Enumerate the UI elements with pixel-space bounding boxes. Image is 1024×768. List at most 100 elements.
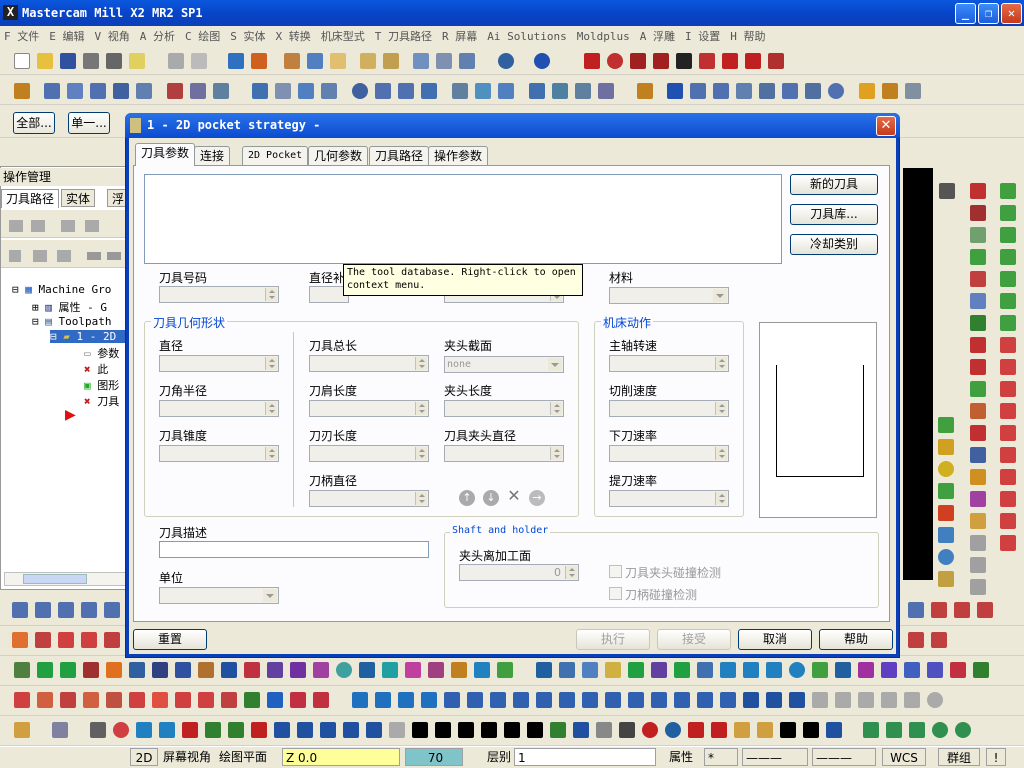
slant-icon[interactable] bbox=[713, 83, 729, 99]
tool-list[interactable] bbox=[144, 174, 782, 264]
hourglass-icon[interactable] bbox=[382, 662, 398, 678]
toolpath-icon[interactable] bbox=[14, 83, 30, 99]
color-selector[interactable]: 70 bbox=[405, 748, 463, 766]
chain-icon[interactable] bbox=[954, 602, 970, 618]
dot-icon[interactable] bbox=[932, 722, 948, 738]
point-style-dropdown[interactable]: * bbox=[704, 748, 738, 766]
spinner-icon[interactable] bbox=[265, 447, 277, 460]
minimize-button[interactable]: _ bbox=[955, 3, 976, 24]
grid-2-icon[interactable] bbox=[244, 692, 260, 708]
tab-solids[interactable]: 实体 bbox=[61, 189, 96, 207]
plane-icon[interactable] bbox=[908, 632, 924, 648]
nest-icon[interactable] bbox=[321, 83, 337, 99]
ordinate-icon[interactable] bbox=[58, 602, 74, 618]
cam-4-icon[interactable] bbox=[83, 692, 99, 708]
cam-5-icon[interactable] bbox=[106, 692, 122, 708]
chart-icon[interactable] bbox=[221, 662, 237, 678]
tile-icon[interactable] bbox=[198, 662, 214, 678]
horizontal-dim-icon[interactable] bbox=[81, 602, 97, 618]
cam-9-icon[interactable] bbox=[198, 692, 214, 708]
level-2-icon[interactable] bbox=[435, 722, 451, 738]
menu-file[interactable]: F 文件 bbox=[4, 28, 39, 44]
mesh-icon[interactable] bbox=[970, 183, 986, 199]
stamp-icon[interactable] bbox=[938, 571, 954, 587]
cube-4-icon[interactable] bbox=[1000, 249, 1016, 265]
taper-field[interactable] bbox=[159, 445, 279, 462]
select-all-ops-icon[interactable] bbox=[9, 220, 23, 232]
menu-xform[interactable]: X 转换 bbox=[276, 28, 311, 44]
arrow-2-icon[interactable] bbox=[697, 662, 713, 678]
drafting-icon[interactable] bbox=[12, 632, 28, 648]
menu-ai-solutions[interactable]: Ai Solutions bbox=[487, 30, 566, 43]
facing-icon[interactable] bbox=[113, 83, 129, 99]
tab-linking[interactable]: 连接 bbox=[194, 146, 231, 165]
cube-blue-2-icon[interactable] bbox=[467, 692, 483, 708]
cube-2-icon[interactable] bbox=[1000, 205, 1016, 221]
help-button[interactable]: 帮助 bbox=[819, 629, 893, 650]
arrow-up-icon[interactable]: ↑ bbox=[459, 490, 475, 506]
surface-icon[interactable] bbox=[970, 227, 986, 243]
save-icon[interactable] bbox=[60, 53, 76, 69]
arc-6-icon[interactable] bbox=[366, 722, 382, 738]
wcs-button[interactable]: WCS bbox=[882, 748, 926, 766]
copy-icon[interactable] bbox=[582, 662, 598, 678]
unzoom-icon[interactable] bbox=[360, 53, 376, 69]
tab-toolpath[interactable]: 刀具路径 bbox=[369, 146, 430, 165]
restore-button[interactable]: ❐ bbox=[978, 3, 999, 24]
reset-button[interactable]: 重置 bbox=[133, 629, 207, 650]
level-4-icon[interactable] bbox=[504, 722, 520, 738]
scissors-icon[interactable] bbox=[970, 425, 986, 441]
red-cube-6-icon[interactable] bbox=[1000, 447, 1016, 463]
clear-mask-icon[interactable] bbox=[734, 722, 750, 738]
magnet-icon[interactable] bbox=[405, 662, 421, 678]
origin-icon[interactable] bbox=[676, 53, 692, 69]
box-icon[interactable] bbox=[950, 662, 966, 678]
star-icon[interactable] bbox=[474, 662, 490, 678]
holder-collision-checkbox[interactable] bbox=[609, 565, 622, 578]
cancel-button[interactable]: 取消 bbox=[738, 629, 812, 650]
backplot-icon[interactable] bbox=[552, 83, 568, 99]
frame-icon[interactable] bbox=[359, 662, 375, 678]
scissors-2-icon[interactable] bbox=[596, 722, 612, 738]
stretch-icon[interactable] bbox=[452, 83, 468, 99]
post-icon[interactable] bbox=[598, 83, 614, 99]
rotate-2-icon[interactable] bbox=[136, 722, 152, 738]
green-doc-icon[interactable] bbox=[550, 722, 566, 738]
node-icon[interactable] bbox=[313, 662, 329, 678]
attributes-button[interactable]: 属性 bbox=[666, 748, 702, 766]
gview-icon[interactable] bbox=[498, 53, 514, 69]
arc-2-icon[interactable] bbox=[274, 722, 290, 738]
diameter-field[interactable] bbox=[159, 355, 279, 372]
cube-blue-4-icon[interactable] bbox=[513, 692, 529, 708]
fence-icon[interactable] bbox=[970, 381, 986, 397]
marker-3-icon[interactable] bbox=[711, 722, 727, 738]
zoom-out-icon[interactable] bbox=[330, 53, 346, 69]
red-cube-9-icon[interactable] bbox=[1000, 513, 1016, 529]
holder-distance-field[interactable]: 0 bbox=[459, 564, 579, 581]
rectangle-icon[interactable] bbox=[938, 505, 954, 521]
holder-section-select[interactable]: none bbox=[444, 356, 564, 373]
checker-icon[interactable] bbox=[37, 662, 53, 678]
open-file-icon[interactable] bbox=[37, 53, 53, 69]
line-2-icon[interactable] bbox=[674, 662, 690, 678]
mirror-icon[interactable] bbox=[375, 83, 391, 99]
spinner-icon[interactable] bbox=[565, 566, 577, 579]
print-icon[interactable] bbox=[106, 53, 122, 69]
drill-icon[interactable] bbox=[67, 83, 83, 99]
surface-rough-icon[interactable] bbox=[167, 83, 183, 99]
table-icon[interactable] bbox=[104, 632, 120, 648]
question-icon[interactable] bbox=[290, 692, 306, 708]
snowflake-icon[interactable] bbox=[83, 662, 99, 678]
cube-blue-11-icon[interactable] bbox=[674, 692, 690, 708]
pencil-2-icon[interactable] bbox=[970, 469, 986, 485]
select-single-button[interactable]: 单一... bbox=[68, 112, 110, 134]
surface-finish-icon[interactable] bbox=[190, 83, 206, 99]
contour-icon[interactable] bbox=[44, 83, 60, 99]
insert-arrow-icon[interactable]: ▶ bbox=[65, 407, 76, 423]
select-failed-ops-icon[interactable] bbox=[31, 220, 45, 232]
overall-length-field[interactable] bbox=[309, 355, 429, 372]
tree-parameters[interactable]: ▭ 参数 bbox=[84, 345, 119, 361]
doc-icon[interactable] bbox=[389, 722, 405, 738]
line-3-icon[interactable] bbox=[909, 722, 925, 738]
coil-icon[interactable] bbox=[805, 83, 821, 99]
